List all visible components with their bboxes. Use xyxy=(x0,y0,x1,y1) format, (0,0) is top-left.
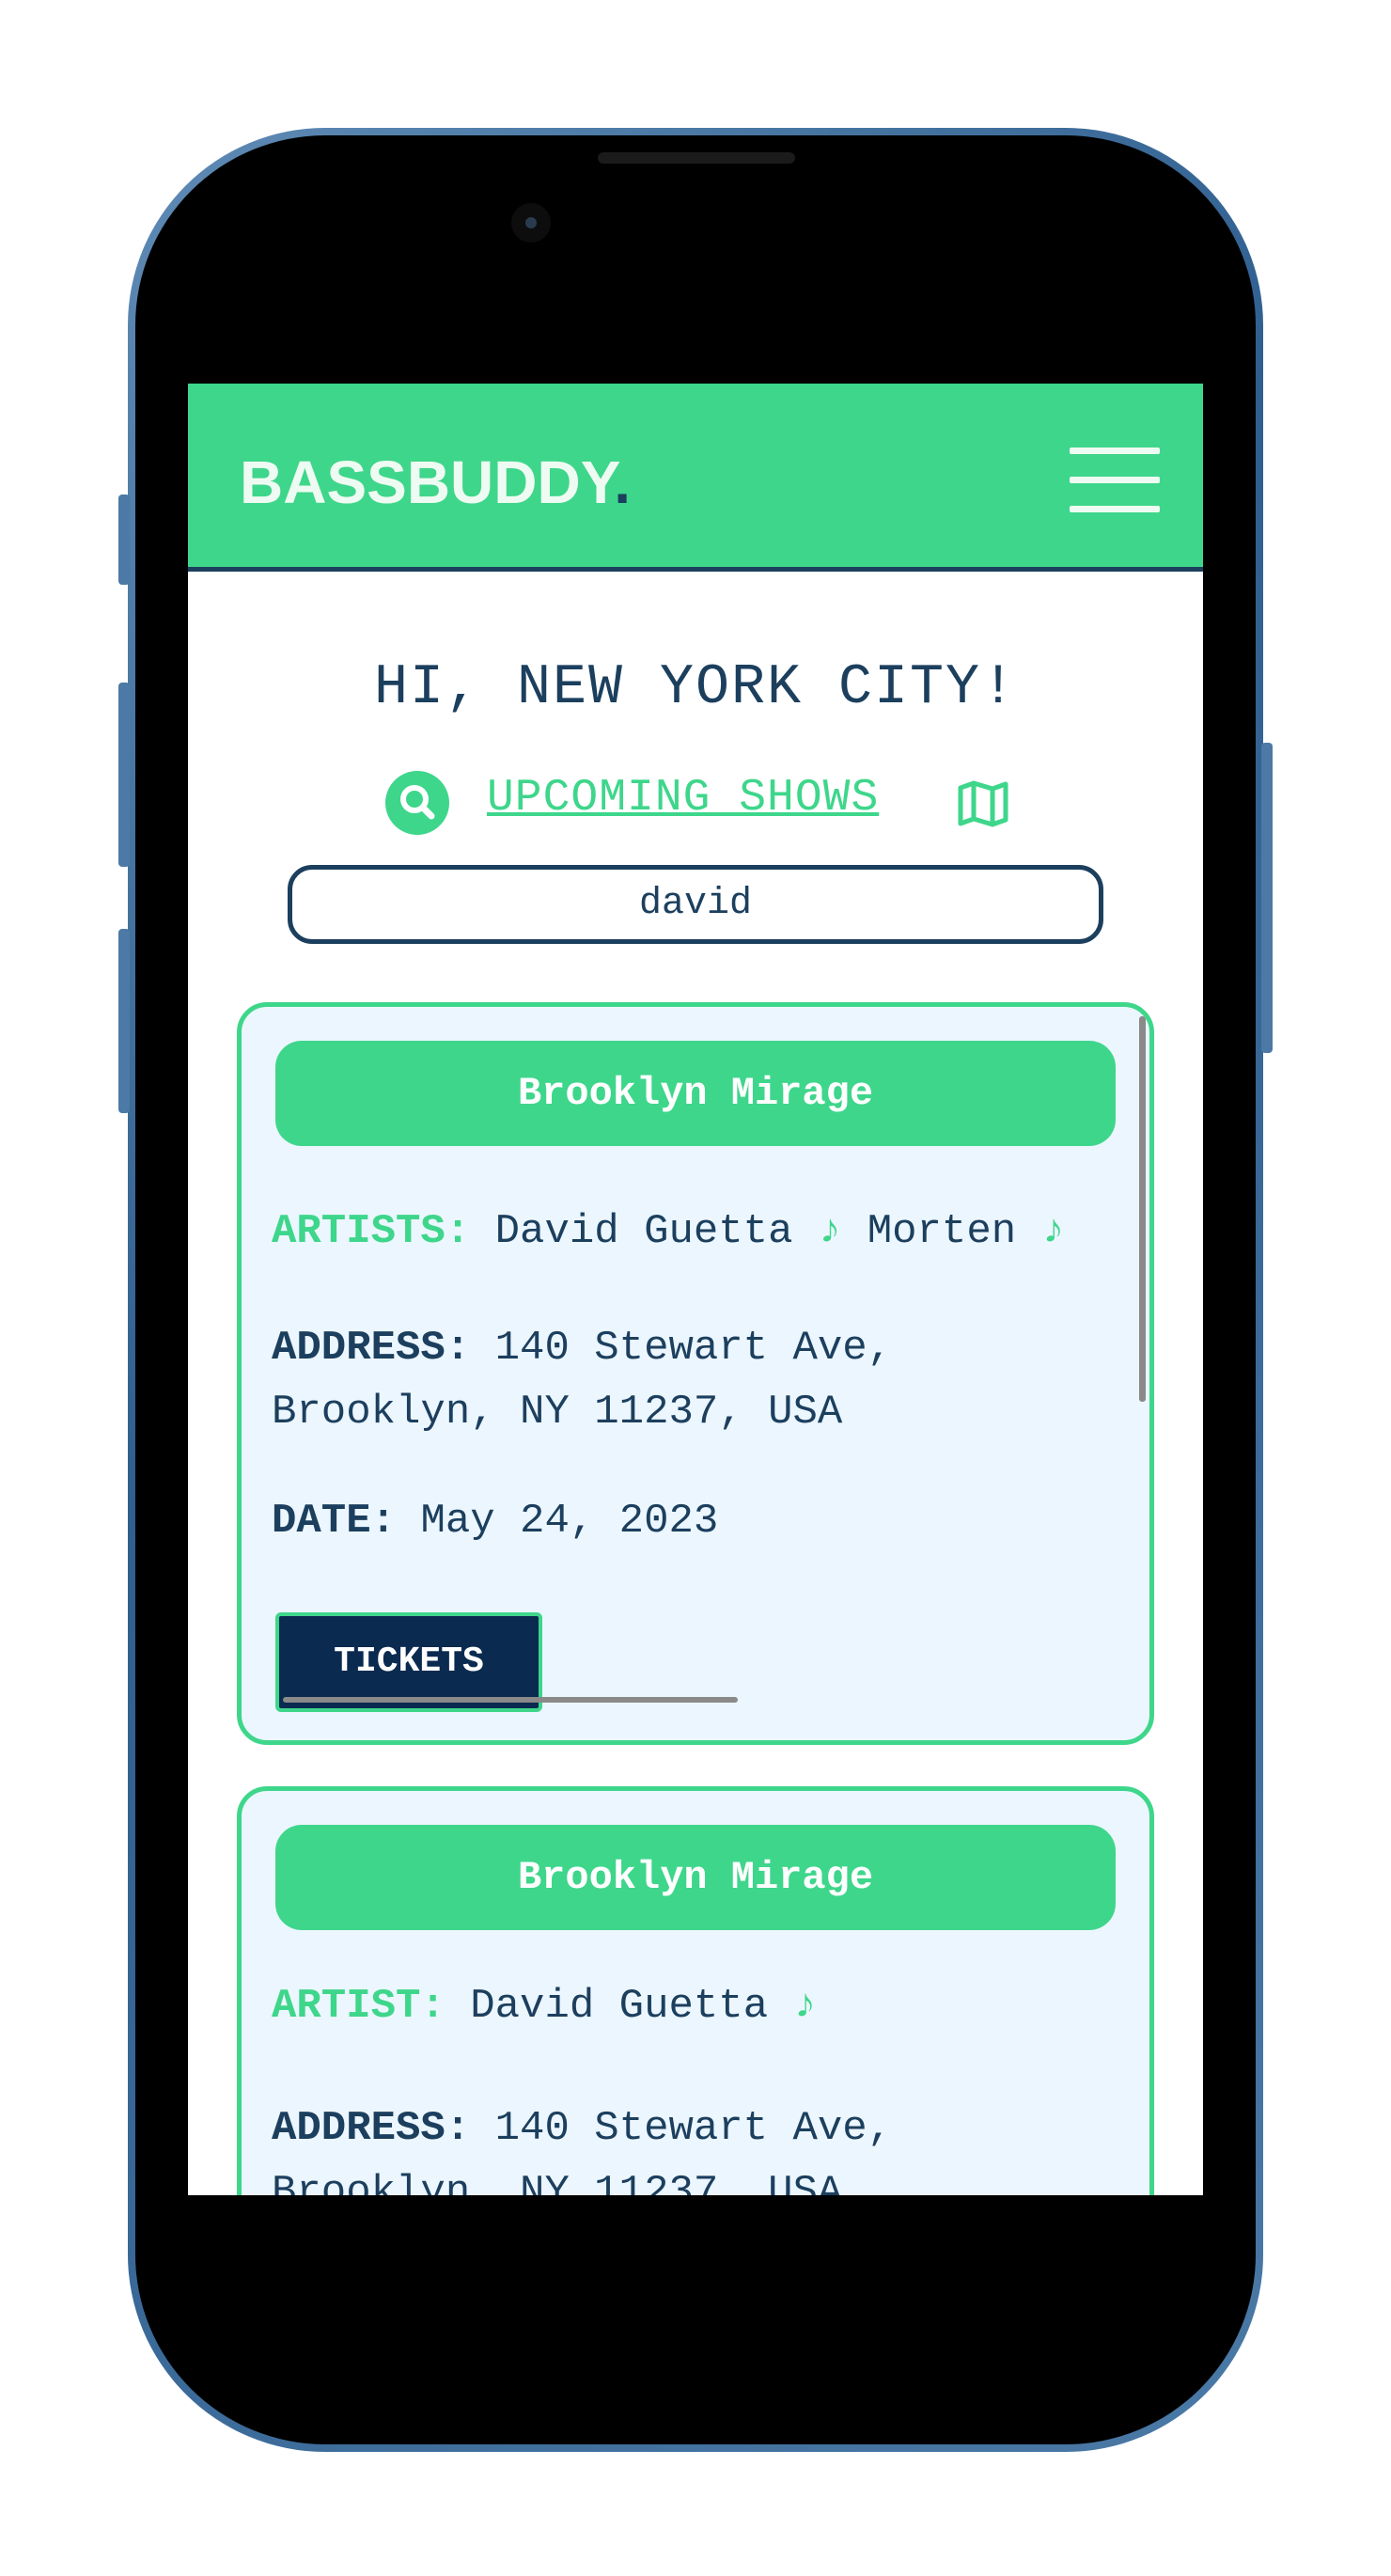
app-header: BASSBUDDY. xyxy=(188,384,1203,572)
address-line: Brooklyn, NY 11237, USA xyxy=(272,1389,843,1436)
brand-dot: . xyxy=(614,448,632,516)
date-value: May 24, 2023 xyxy=(420,1498,719,1545)
search-icon[interactable] xyxy=(385,771,449,835)
search-input[interactable]: david xyxy=(288,865,1103,944)
show-card: Brooklyn Mirage ARTIST: David Guetta ♪ A… xyxy=(237,1786,1154,2195)
mute-switch xyxy=(118,495,130,585)
address-label: ADDRESS: xyxy=(272,2105,471,2152)
horizontal-scrollbar[interactable] xyxy=(283,1697,738,1703)
brand-logo[interactable]: BASSBUDDY. xyxy=(240,448,631,517)
artists-label: ARTISTS: xyxy=(272,1208,471,1255)
music-note-icon: ♪ xyxy=(1040,1208,1066,1255)
app-screen: BASSBUDDY. HI, NEW YORK CITY! UPCOMING S… xyxy=(188,384,1203,2195)
artist-name[interactable]: David Guetta xyxy=(495,1208,793,1255)
artist-name[interactable]: David Guetta xyxy=(470,1983,768,2030)
artists-row: ARTISTS: David Guetta ♪ Morten ♪ xyxy=(272,1208,1066,1255)
brand-name: BASSBUDDY xyxy=(240,448,615,516)
address-line: 140 Stewart Ave, xyxy=(494,1325,893,1372)
artists-label: ARTIST: xyxy=(272,1983,445,2030)
address-line: Brooklyn, NY 11237, USA xyxy=(272,2169,843,2195)
address-label: ADDRESS: xyxy=(272,1325,471,1372)
page-title: HI, NEW YORK CITY! xyxy=(373,656,1018,720)
address-row: ADDRESS: 140 Stewart Ave, xyxy=(272,1325,892,1372)
artists-row: ARTIST: David Guetta ♪ xyxy=(272,1983,818,2030)
address-row: ADDRESS: 140 Stewart Ave, xyxy=(272,2105,892,2152)
volume-down-button xyxy=(118,929,130,1113)
upcoming-shows-link[interactable]: UPCOMING SHOWS xyxy=(487,773,879,824)
show-card: Brooklyn Mirage ARTISTS: David Guetta ♪ … xyxy=(237,1002,1154,1745)
vertical-scrollbar[interactable] xyxy=(1139,1016,1146,1402)
volume-up-button xyxy=(118,683,130,867)
map-icon[interactable] xyxy=(957,780,1009,827)
address-line: 140 Stewart Ave, xyxy=(494,2105,893,2152)
music-note-icon: ♪ xyxy=(817,1208,843,1255)
music-note-icon: ♪ xyxy=(792,1983,818,2030)
shows-row: UPCOMING SHOWS xyxy=(188,767,1203,835)
venue-button[interactable]: Brooklyn Mirage xyxy=(275,1825,1116,1930)
power-button xyxy=(1261,743,1273,1053)
speaker-grille xyxy=(598,152,795,164)
artist-name[interactable]: Morten xyxy=(867,1208,1016,1255)
venue-button[interactable]: Brooklyn Mirage xyxy=(275,1041,1116,1146)
hamburger-menu-icon[interactable] xyxy=(1070,446,1160,515)
date-row: DATE: May 24, 2023 xyxy=(272,1498,718,1545)
front-camera xyxy=(511,203,551,243)
date-label: DATE: xyxy=(272,1498,397,1545)
